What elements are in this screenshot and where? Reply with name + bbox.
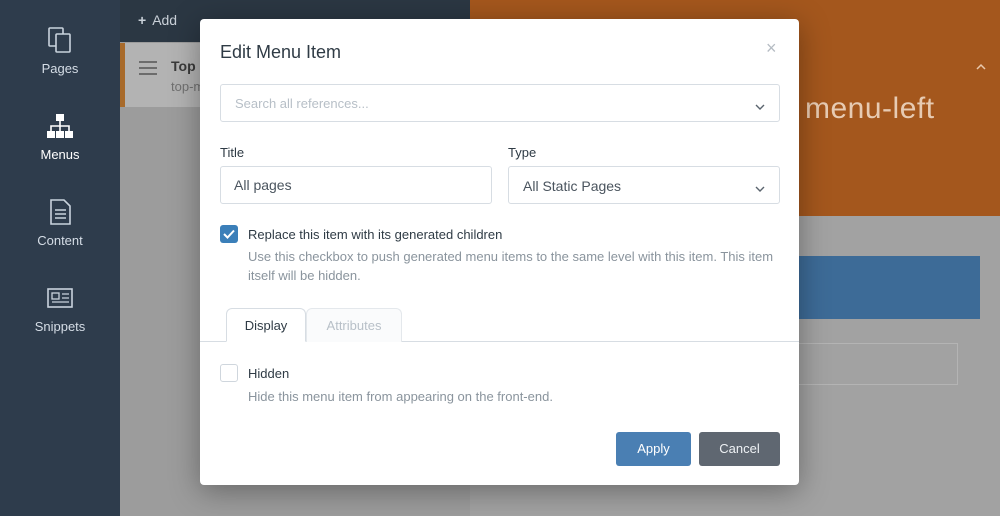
pages-icon xyxy=(45,25,75,55)
sidebar-item-snippets[interactable]: Snippets xyxy=(0,283,120,363)
apply-button[interactable]: Apply xyxy=(616,432,691,466)
background-heading: menu-left xyxy=(805,92,935,125)
background-blue-block xyxy=(798,256,980,319)
sidebar-item-label: Content xyxy=(37,233,83,248)
hidden-checkbox[interactable] xyxy=(220,364,238,382)
sitemap-icon xyxy=(45,111,75,141)
sidebar-item-content[interactable]: Content xyxy=(0,197,120,277)
type-select[interactable]: All Static Pages xyxy=(508,166,780,204)
newspaper-icon xyxy=(45,283,75,313)
plus-icon: + xyxy=(138,12,147,28)
sidebar-item-label: Pages xyxy=(41,61,79,76)
add-label: Add xyxy=(152,12,178,28)
hidden-help: Hide this menu item from appearing on th… xyxy=(248,389,553,404)
tab-display[interactable]: Display xyxy=(226,308,306,342)
sidebar-item-pages[interactable]: Pages xyxy=(0,25,120,105)
hidden-label[interactable]: Hidden xyxy=(248,366,289,381)
type-value: All Static Pages xyxy=(523,178,622,194)
reference-placeholder: Search all references... xyxy=(235,96,369,111)
title-input[interactable] xyxy=(220,166,492,204)
tab-attributes[interactable]: Attributes xyxy=(306,308,402,342)
checkmark-icon xyxy=(223,229,235,239)
dialog-title: Edit Menu Item xyxy=(220,42,342,62)
chevron-down-icon xyxy=(755,99,765,110)
replace-children-checkbox[interactable] xyxy=(220,225,238,243)
sidebar-item-label: Snippets xyxy=(34,319,86,334)
background-box xyxy=(798,343,958,385)
edit-menu-item-dialog: Edit Menu Item × Search all references..… xyxy=(200,19,799,485)
cancel-button[interactable]: Cancel xyxy=(699,432,780,466)
chevron-down-icon xyxy=(755,181,765,192)
reference-search-select[interactable]: Search all references... xyxy=(220,84,780,122)
sidebar-item-menus[interactable]: Menus xyxy=(0,111,120,191)
close-icon[interactable]: × xyxy=(766,39,777,57)
sidebar-item-label: Menus xyxy=(40,147,80,162)
document-icon xyxy=(45,197,75,227)
sidebar: Pages Menus Content Snippets xyxy=(0,0,120,516)
replace-children-help: Use this checkbox to push generated menu… xyxy=(248,249,774,283)
chevron-up-icon[interactable] xyxy=(976,60,986,74)
replace-children-label[interactable]: Replace this item with its generated chi… xyxy=(248,227,502,242)
hamburger-icon xyxy=(139,61,159,81)
type-label: Type xyxy=(508,145,537,160)
title-label: Title xyxy=(220,145,245,160)
add-button[interactable]: + Add xyxy=(138,12,177,28)
